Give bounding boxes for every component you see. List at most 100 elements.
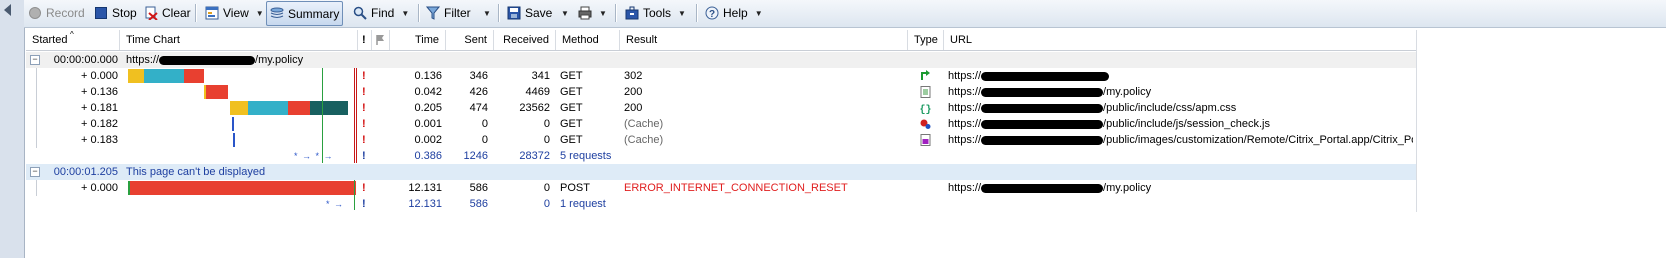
save-dropdown-button[interactable]: ▼	[558, 3, 569, 23]
connect-segment	[144, 69, 184, 83]
summary-received: 28372	[519, 150, 550, 162]
stop-label: Stop	[112, 6, 137, 20]
row-url: https://	[948, 68, 1408, 84]
col-result[interactable]: Result	[620, 30, 908, 50]
view-menu-button[interactable]: View ▼	[205, 3, 264, 23]
table-row[interactable]: + 0.136 ! 0.042 426 4469 GET 200 https:/…	[26, 84, 1416, 100]
summary-button[interactable]: Summary	[266, 1, 344, 26]
find-menu-button[interactable]: Find ▼	[353, 3, 409, 23]
col-time[interactable]: Time	[390, 30, 446, 50]
col-method[interactable]: Method	[556, 30, 620, 50]
url-prefix: https://	[948, 134, 982, 146]
redaction-mark	[981, 71, 1110, 81]
toolbar-separator	[195, 4, 196, 22]
group-title-suffix: /my.policy	[255, 54, 304, 66]
side-panel-strip[interactable]	[0, 0, 25, 258]
url-suffix: /public/images/customization/Remote/Citr…	[1103, 134, 1413, 146]
url-suffix: /my.policy	[1103, 86, 1152, 98]
document-icon	[920, 86, 931, 98]
col-flag[interactable]	[372, 30, 390, 50]
time-chart-bar	[126, 84, 358, 100]
col-timechart[interactable]: Time Chart	[120, 30, 358, 50]
filter-menu-button[interactable]: Filter	[425, 3, 471, 23]
error-marker: !	[362, 198, 366, 210]
time-chart-bar	[126, 132, 358, 148]
toolbox-icon	[625, 6, 639, 20]
time-chart-bar	[126, 100, 358, 116]
row-method: GET	[560, 70, 583, 82]
help-menu-button[interactable]: ? Help ▼	[705, 3, 763, 23]
cache-segment	[233, 133, 235, 147]
stop-button[interactable]: Stop	[94, 3, 137, 23]
save-button[interactable]: Save	[507, 3, 552, 23]
group-title: This page can't be displayed	[126, 166, 266, 178]
row-sent: 346	[469, 70, 488, 82]
col-time-label: Time	[414, 34, 439, 46]
col-url[interactable]: URL	[944, 30, 1416, 50]
url-suffix: /public/include/js/session_check.js	[1103, 118, 1270, 130]
record-button[interactable]: Record	[28, 3, 85, 23]
tools-menu-button[interactable]: Tools ▼	[625, 3, 686, 23]
error-marker: !	[362, 86, 366, 98]
redirect-icon	[921, 70, 930, 80]
summary-request-count: 5 requests	[560, 150, 612, 162]
row-received: 341	[531, 70, 550, 82]
col-received[interactable]: Received	[494, 30, 556, 50]
row-method: GET	[560, 86, 583, 98]
collapse-toggle-icon[interactable]: −	[30, 55, 40, 65]
collapse-arrow-icon[interactable]	[4, 4, 11, 16]
summary-received: 0	[543, 198, 550, 210]
chevron-down-icon: ▼	[483, 8, 491, 18]
column-header: Started ^ Time Chart ! Time Sent Received…	[26, 30, 1416, 51]
collapse-toggle-icon[interactable]: −	[30, 167, 40, 177]
row-result: 200	[624, 86, 643, 98]
time-chart-bar	[126, 68, 358, 84]
row-received: 0	[543, 134, 550, 146]
redaction-mark	[981, 119, 1104, 129]
tools-label: Tools	[643, 6, 672, 20]
url-prefix: https://	[948, 118, 982, 130]
table-row[interactable]: + 0.181 ! 0.205 474 23562 GET 200 {} htt…	[26, 100, 1416, 116]
row-url: https:// /public/include/css/apm.css	[948, 100, 1408, 116]
summary-row: * → ! 12.131 586 0 1 request	[26, 196, 1416, 212]
row-url: https:// /my.policy	[948, 84, 1408, 100]
group-title-prefix: https://	[126, 54, 160, 66]
clear-button[interactable]: Clear	[144, 3, 191, 23]
filter-dropdown-button[interactable]: ▼	[480, 3, 491, 23]
col-error[interactable]: !	[358, 30, 372, 50]
col-sent[interactable]: Sent	[446, 30, 494, 50]
summary-time: 0.386	[414, 150, 442, 162]
error-marker: !	[362, 70, 366, 82]
summary-icon	[270, 7, 284, 21]
redaction-mark	[981, 87, 1104, 97]
group-row[interactable]: − 00:00:01.205 This page can't be displa…	[26, 164, 1416, 180]
help-label: Help	[723, 6, 748, 20]
row-received: 23562	[519, 102, 550, 114]
row-sent: 0	[481, 118, 488, 130]
error-marker: !	[362, 182, 366, 194]
error-marker: !	[362, 118, 366, 130]
row-time: 0.205	[414, 102, 442, 114]
table-row[interactable]: + 0.182 ! 0.001 0 0 GET (Cache) https://…	[26, 116, 1416, 132]
table-row[interactable]: + 0.000 ! 0.136 346 341 GET 302 https://	[26, 68, 1416, 84]
print-button[interactable]: ▼	[578, 3, 607, 23]
row-started: + 0.000	[80, 182, 118, 194]
table-row[interactable]: + 0.000 ! 12.131 586 0 POST ERROR_INTERN…	[26, 180, 1416, 196]
col-started[interactable]: Started ^	[26, 30, 120, 50]
save-icon	[507, 6, 521, 20]
toolbar: Record Stop Clear View ▼ Summary Find ▼ Fi…	[24, 0, 1666, 28]
wait-segment	[230, 101, 248, 115]
col-type[interactable]: Type	[908, 30, 944, 50]
col-timechart-label: Time Chart	[126, 34, 180, 46]
summary-request-count: 1 request	[560, 198, 606, 210]
row-method: GET	[560, 102, 583, 114]
row-started: + 0.183	[80, 134, 118, 146]
clear-label: Clear	[162, 6, 191, 20]
group-row[interactable]: − 00:00:00.000 https:// /my.policy	[26, 52, 1416, 68]
summary-label: Summary	[288, 6, 340, 21]
col-started-label: Started	[32, 34, 68, 46]
table-row[interactable]: + 0.183 ! 0.002 0 0 GET (Cache) https://…	[26, 132, 1416, 148]
help-icon: ?	[705, 6, 719, 20]
tree-guide-line	[36, 180, 37, 196]
sort-ascending-icon: ^	[70, 30, 74, 39]
